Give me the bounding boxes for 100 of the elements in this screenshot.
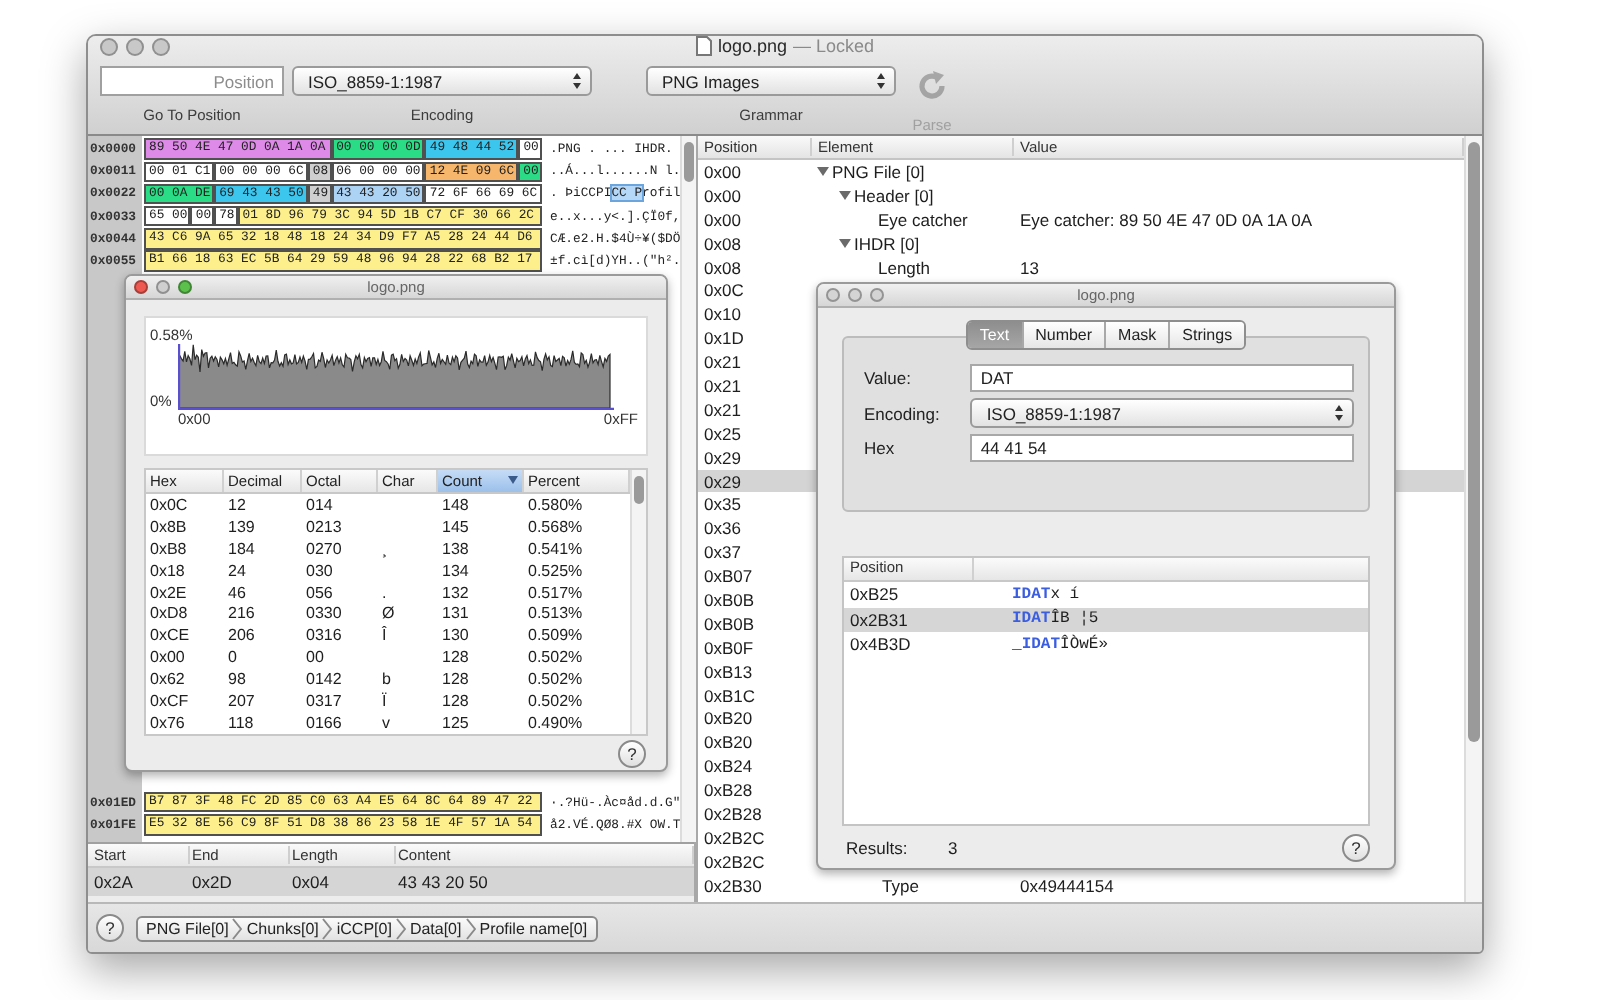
value-cell-text: 0x49444154 (1018, 875, 1116, 896)
position-cell-text: 0x08 (702, 233, 743, 254)
table-cell-text: 0270 (304, 539, 344, 558)
result-row[interactable]: 0x4B3D _IDATÎÒwÉ» (844, 632, 1368, 657)
table-cell-text: 0317 (304, 692, 344, 711)
match-text: IDATÎB ¦5 (1012, 610, 1101, 629)
position-cell-text: 0xB20 (702, 732, 755, 753)
help-button[interactable]: ? (618, 739, 646, 767)
position-cell-text: 0x21 (702, 352, 743, 373)
value-cell-text: Eye catcher: 89 50 4E 47 0D 0A 1A 0A (1018, 209, 1315, 230)
minimize-button[interactable] (156, 280, 170, 294)
help-button[interactable]: ? (1342, 833, 1370, 861)
position-cell-text: 0x37 (702, 542, 743, 563)
tree-row[interactable]: 0x00 Header [0] (698, 183, 1464, 208)
table-scrollbar-thumb[interactable] (634, 476, 644, 504)
disclosure-triangle-icon[interactable] (816, 164, 830, 179)
table-cell-text: 0.541% (526, 539, 585, 558)
position-cell-text: 0x35 (702, 494, 743, 515)
window-title: logo.png (717, 36, 787, 56)
table-cell-text: 207 (226, 692, 257, 711)
position-cell-text: 0xB28 (702, 780, 755, 801)
table-cell-text: 0xCF (148, 692, 191, 711)
grammar-popup[interactable]: PNG Images (646, 66, 896, 96)
table-cell-text: 0.517% (526, 583, 585, 602)
hex-field[interactable]: 44 41 54 (970, 434, 1354, 462)
table-cell-text: 030 (304, 561, 335, 580)
table-cell-text: 206 (226, 626, 257, 645)
table-cell-text: 118 (226, 714, 256, 733)
tree-row[interactable]: 0x08 IHDR [0] (698, 231, 1464, 256)
position-cell-text: 0xB20 (702, 708, 755, 729)
position-cell-text: 0x2B31 (848, 609, 910, 630)
close-button[interactable] (134, 280, 148, 294)
table-cell-text: 0.502% (526, 670, 585, 689)
tab[interactable]: Mask (1106, 322, 1171, 348)
path-segment[interactable]: Chunks[0] (242, 919, 323, 937)
position-cell-text: 0x00 (702, 185, 743, 206)
position-cell-text: 0x2B28 (702, 803, 764, 824)
close-button[interactable] (100, 37, 118, 55)
hex-scrollbar-thumb[interactable] (684, 142, 694, 182)
position-cell-text: 0xB1C (702, 685, 758, 706)
table-cell-text: 0xB8 (148, 539, 189, 558)
table-cell-text: 0.568% (526, 517, 585, 536)
field-label: Encoding: (864, 403, 942, 423)
disclosure-triangle-icon[interactable] (838, 236, 852, 251)
table-cell-text: 0.490% (526, 714, 585, 733)
minimize-button[interactable] (126, 37, 144, 55)
table-cell-text: 00 (304, 648, 326, 667)
help-button[interactable]: ? (96, 914, 124, 942)
path-segment[interactable]: Profile name[0] (475, 919, 592, 937)
tree-row[interactable]: 0x00 PNG File [0] (698, 160, 1464, 184)
tree-row[interactable]: 0x2B30 Type 0x49444154 (698, 873, 1464, 898)
path-segment[interactable]: PNG File[0] (142, 919, 233, 937)
tree-scrollbar-thumb[interactable] (1468, 142, 1480, 742)
path-segment[interactable]: iCCP[0] (332, 919, 396, 937)
table-cell-text: 128 (440, 670, 471, 689)
table-cell-text: 0.502% (526, 692, 585, 711)
table-cell-text: 0xD8 (148, 604, 190, 623)
element-cell: Header [0] (854, 185, 934, 206)
element-cell: Eye catcher (878, 209, 968, 230)
tab[interactable]: Number (1023, 322, 1107, 348)
close-button[interactable] (826, 288, 840, 302)
position-cell-text: 0x29 (702, 471, 743, 492)
position-cell-text: 0xB25 (848, 584, 901, 605)
minimize-button[interactable] (848, 288, 862, 302)
refresh-icon (914, 68, 950, 104)
value-field[interactable]: DAT (970, 364, 1354, 392)
table-cell-text: 0.509% (526, 626, 585, 645)
table-cell-text: 98 (226, 670, 248, 689)
table-cell-text: 0.580% (526, 495, 585, 514)
table-cell-text: b (380, 670, 393, 689)
tab[interactable]: Strings (1170, 322, 1245, 348)
position-field[interactable]: Position (100, 66, 284, 96)
disclosure-triangle-icon[interactable] (838, 188, 852, 203)
table-cell-text: 056 (304, 583, 335, 602)
up-down-arrows-icon (572, 72, 582, 90)
result-row[interactable]: 0x2B31 IDATÎB ¦5 (844, 607, 1368, 632)
zoom-button[interactable] (870, 288, 884, 302)
encoding-popup[interactable]: ISO_8859-1:1987 (970, 398, 1354, 428)
table-cell-text: 0x04 (290, 872, 331, 892)
encoding-popup[interactable]: ISO_8859-1:1987 (292, 66, 592, 96)
zoom-button[interactable] (178, 280, 192, 294)
table-cell-text: 0142 (304, 670, 344, 689)
table-cell-text: 24 (226, 561, 248, 580)
table-cell-text: 132 (440, 583, 471, 602)
table-cell-text: 0316 (304, 626, 344, 645)
results-label: Results: (846, 837, 910, 857)
element-cell: PNG File [0] (832, 161, 925, 182)
path-segment[interactable]: Data[0] (405, 919, 466, 937)
zoom-button[interactable] (152, 37, 170, 55)
table-cell-text: 46 (226, 583, 248, 602)
position-cell-text: 0xB24 (702, 756, 755, 777)
up-down-arrows-icon (1334, 404, 1344, 422)
tree-row[interactable]: 0x00 Eye catcher Eye catcher: 89 50 4E 47 0D 0A 1A 0A (698, 207, 1464, 232)
position-cell-text: 0x36 (702, 518, 743, 539)
position-cell-text: 0x4B3D (848, 634, 913, 655)
position-cell-text: 0x00 (702, 209, 743, 230)
element-cell: IHDR [0] (854, 233, 920, 254)
element-cell: Length (878, 257, 930, 277)
result-row[interactable]: 0xB25 IDATx í (844, 582, 1368, 607)
tree-row[interactable]: 0x08 Length 13 (698, 255, 1464, 279)
